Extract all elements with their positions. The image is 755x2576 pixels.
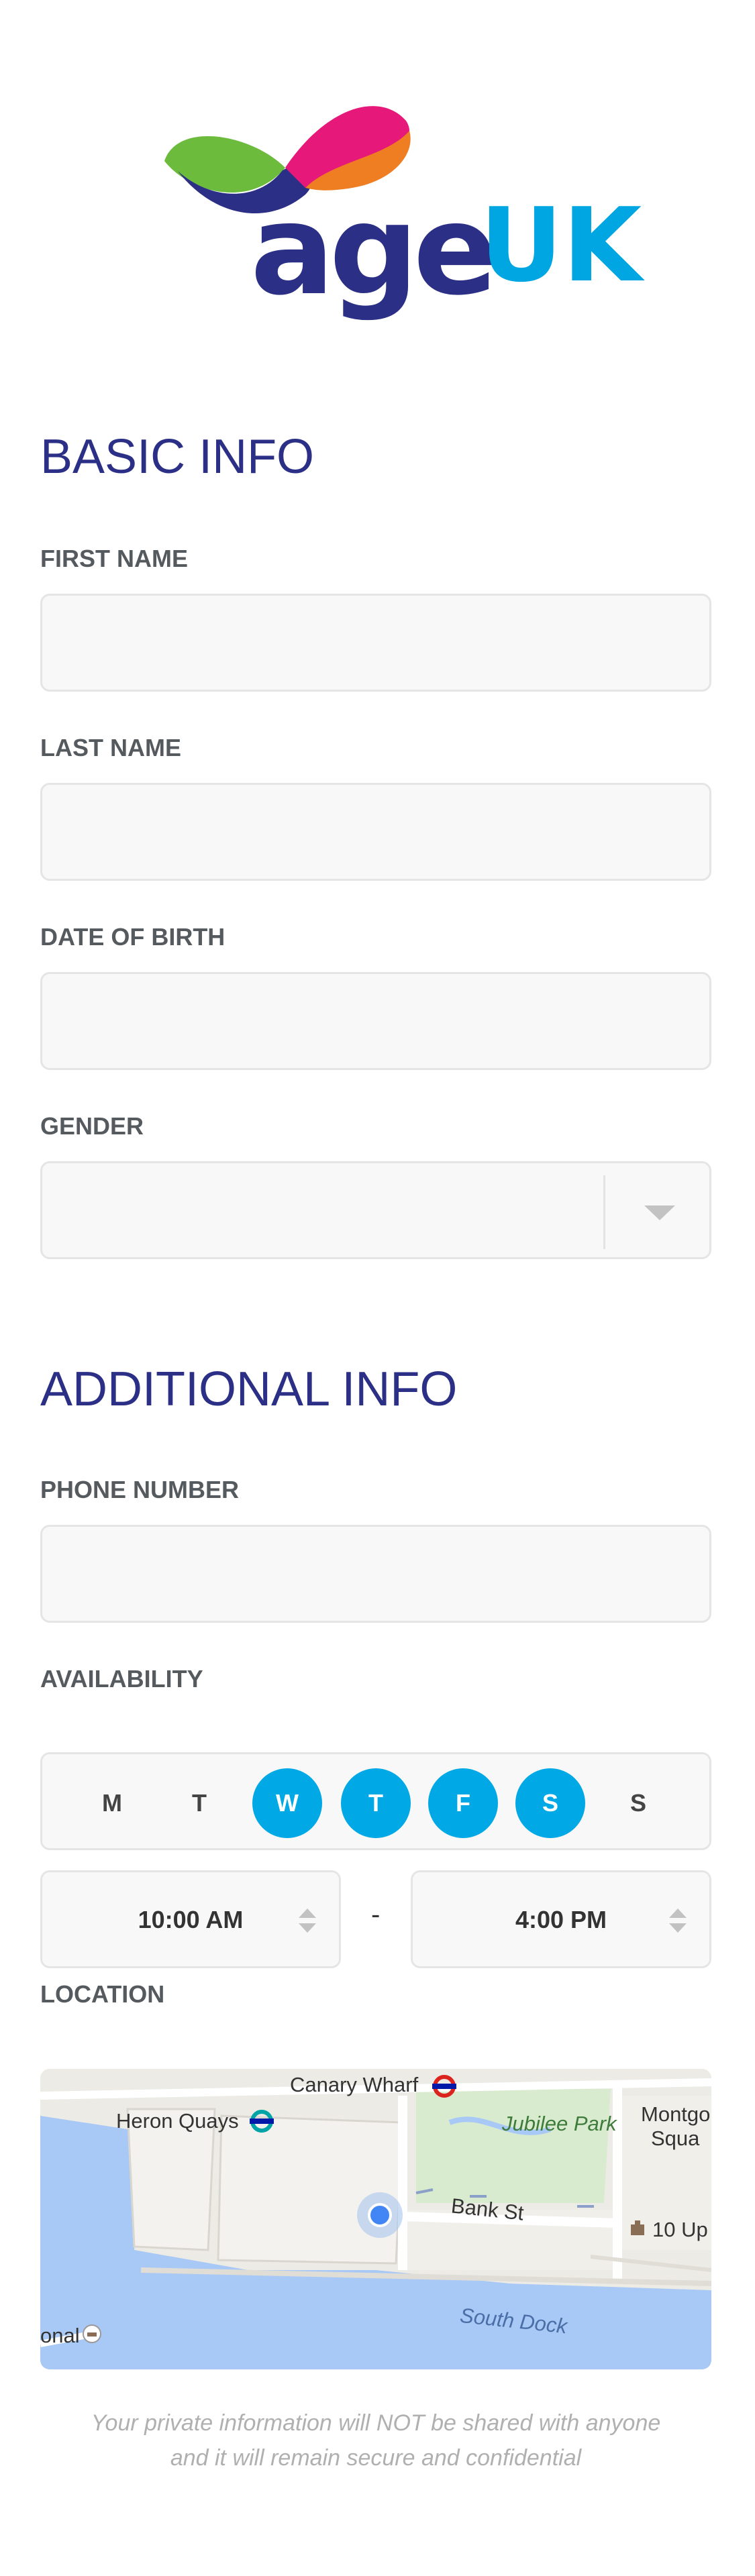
day-toggle-monday[interactable]: M [77, 1768, 147, 1838]
select-divider [603, 1175, 605, 1249]
day-toggle-friday[interactable]: F [428, 1768, 498, 1838]
first-name-input[interactable] [40, 594, 711, 692]
start-time-spinner-icon[interactable] [299, 1909, 316, 1935]
chevron-down-icon[interactable] [644, 1205, 675, 1220]
privacy-note: Your private information will NOT be sha… [40, 2406, 711, 2475]
day-toggle-wednesday[interactable]: W [252, 1768, 322, 1838]
map-label-canary-wharf: Canary Wharf [290, 2073, 419, 2096]
day-toggle-sunday[interactable]: S [603, 1768, 673, 1838]
date-of-birth-input[interactable] [40, 972, 711, 1070]
map-label-10-up: 10 Up [652, 2218, 708, 2241]
basic-info-heading: BASIC INFO [40, 430, 315, 484]
time-range-separator: - [371, 1900, 381, 1929]
underground-station-icon [432, 2075, 456, 2098]
gender-select[interactable] [40, 1161, 711, 1259]
date-of-birth-label: DATE OF BIRTH [40, 923, 225, 951]
end-time-picker[interactable]: 4:00 PM [411, 1870, 711, 1968]
registration-page: age UK BASIC INFO FIRST NAME LAST NAME D… [0, 0, 755, 2576]
gender-label: GENDER [40, 1112, 144, 1140]
logo-word-uk: UK [480, 186, 642, 305]
day-toggle-saturday[interactable]: S [515, 1768, 585, 1838]
map-label-onal: onal [40, 2324, 80, 2347]
last-name-input[interactable] [40, 783, 711, 881]
map-label-heron-quays: Heron Quays [116, 2109, 239, 2133]
availability-label: AVAILABILITY [40, 1665, 203, 1693]
start-time-picker[interactable]: 10:00 AM [40, 1870, 341, 1968]
map-label-jubilee-park: Jubilee Park [502, 2112, 617, 2135]
privacy-note-line1: Your private information will NOT be sha… [91, 2410, 661, 2436]
start-time-value: 10:00 AM [138, 1906, 244, 1933]
age-uk-logo: age UK [151, 94, 642, 313]
map-label-square: Squa [651, 2127, 700, 2150]
first-name-label: FIRST NAME [40, 545, 188, 572]
hotel-poi-icon [83, 2324, 101, 2343]
additional-info-heading: ADDITIONAL INFO [40, 1362, 458, 1416]
dlr-station-icon [250, 2110, 274, 2133]
location-map[interactable]: Canary Wharf Heron Quays Jubilee Park Mo… [40, 2069, 711, 2369]
day-toggle-thursday[interactable]: T [341, 1768, 411, 1838]
end-time-spinner-icon[interactable] [669, 1909, 687, 1935]
last-name-label: LAST NAME [40, 734, 181, 761]
availability-day-picker: M T W T F S S [40, 1752, 711, 1850]
end-time-value: 4:00 PM [515, 1906, 607, 1933]
building-poi-icon [631, 2220, 644, 2235]
privacy-note-line2: and it will remain secure and confidenti… [170, 2445, 582, 2471]
phone-number-label: PHONE NUMBER [40, 1476, 240, 1503]
map-label-montgomery: Montgo [641, 2102, 711, 2126]
logo-word-age: age [250, 177, 498, 323]
phone-number-input[interactable] [40, 1525, 711, 1623]
location-label: LOCATION [40, 1980, 165, 2008]
day-toggle-tuesday[interactable]: T [164, 1768, 234, 1838]
